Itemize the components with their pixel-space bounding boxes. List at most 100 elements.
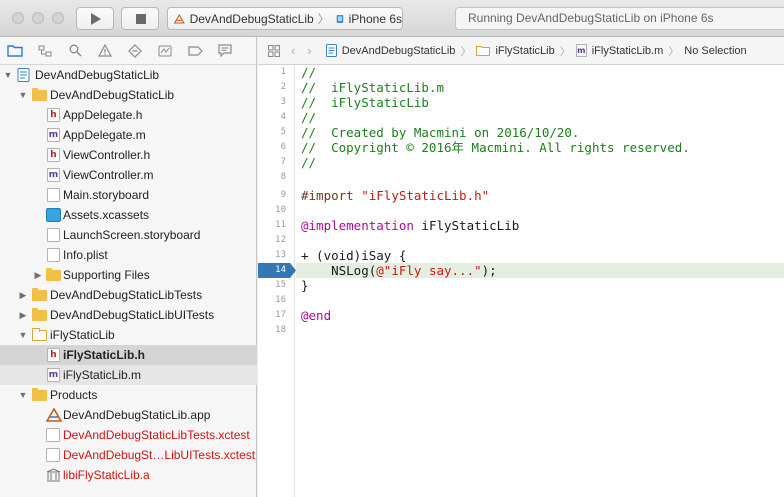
list-item[interactable]: DevAndDebugStaticLib.app (0, 405, 257, 425)
tab-debug-navigator[interactable] (150, 37, 180, 65)
minimize-window-button[interactable] (32, 12, 44, 24)
tab-breakpoint-navigator[interactable] (180, 37, 210, 65)
xcode-project-icon (325, 44, 337, 57)
storyboard-file-icon (47, 228, 60, 242)
jumpbar-project[interactable]: DevAndDebugStaticLib (342, 45, 456, 57)
warning-icon (98, 44, 112, 57)
scheme-selector[interactable]: DevAndDebugStaticLib 〉 iPhone 6s (167, 7, 403, 30)
tree-item-label: DevAndDebugStaticLibUITests (50, 308, 215, 322)
list-item[interactable]: h AppDelegate.h (0, 105, 257, 125)
breakpoint-icon (187, 45, 203, 56)
tree-item-label: iFlyStaticLib.h (63, 348, 146, 362)
tab-test-navigator[interactable] (120, 37, 150, 65)
tree-item-label: ViewController.h (63, 148, 151, 162)
disclosure-expanded-icon[interactable]: ▼ (18, 85, 28, 105)
list-item[interactable]: ▶ DevAndDebugStaticLibUITests (0, 305, 257, 325)
line-number: 5 (280, 127, 286, 137)
tab-report-navigator[interactable] (210, 37, 240, 65)
tab-symbol-navigator[interactable] (30, 37, 60, 65)
list-item[interactable]: ▶ Supporting Files (0, 265, 257, 285)
related-items-icon[interactable] (266, 44, 281, 57)
objc-source-file-icon: m (47, 128, 60, 142)
line-number: 2 (280, 82, 286, 92)
list-item[interactable]: Assets.xcassets (0, 205, 257, 225)
line-number: 14 (275, 265, 286, 275)
tree-item-label: libiFlyStaticLib.a (63, 468, 150, 482)
list-item[interactable]: ▼ iFlyStaticLib (0, 325, 257, 345)
list-item[interactable]: ▼ DevAndDebugStaticLib (0, 85, 257, 105)
objc-source-file-icon: m (575, 44, 587, 57)
objc-source-file-icon: m (47, 168, 60, 182)
play-icon (91, 13, 101, 25)
list-item-selected[interactable]: m iFlyStaticLib.m (0, 365, 257, 385)
jumpbar-separator: 〉 (668, 45, 680, 58)
code-text: ); (481, 263, 497, 278)
list-item[interactable]: libiFlyStaticLib.a (0, 465, 257, 485)
code-line: // Copyright © 2016年 Macmini. All rights… (301, 140, 690, 155)
tree-item-label: iFlyStaticLib (50, 328, 115, 342)
stop-button[interactable] (121, 7, 159, 30)
list-item[interactable]: LaunchScreen.storyboard (0, 225, 257, 245)
tree-item-label: AppDelegate.h (63, 108, 143, 122)
symbol-hierarchy-icon (38, 45, 52, 56)
back-arrow-icon[interactable]: ‹ (291, 43, 295, 58)
list-item[interactable]: h ViewController.h (0, 145, 257, 165)
source-editor[interactable]: 1 2 3 4 5 6 7 8 9 10 11 12 13 14 15 16 1… (258, 65, 784, 497)
line-number-gutter[interactable]: 1 2 3 4 5 6 7 8 9 10 11 12 13 14 15 16 1… (258, 65, 296, 497)
list-item[interactable]: m AppDelegate.m (0, 125, 257, 145)
tab-find-navigator[interactable] (60, 37, 90, 65)
code-line: #import "iFlyStaticLib.h" (301, 188, 781, 203)
line-number: 13 (275, 250, 286, 260)
disclosure-expanded-icon[interactable]: ▼ (18, 325, 28, 345)
line-number: 12 (275, 235, 286, 245)
preprocessor-directive: #import (301, 188, 362, 203)
tree-item-label: DevAndDebugStaticLibTests.xctest (63, 428, 250, 442)
folder-icon (32, 388, 47, 401)
zoom-window-button[interactable] (52, 12, 64, 24)
code-line: // iFlyStaticLib (301, 95, 429, 110)
code-line: // (301, 155, 317, 170)
disclosure-collapsed-icon[interactable]: ▶ (33, 265, 43, 285)
tree-item-label: DevAndDebugSt…LibUITests.xctest (63, 448, 256, 462)
list-item[interactable]: DevAndDebugStaticLibTests.xctest (0, 425, 257, 445)
line-number: 10 (275, 205, 286, 215)
list-item[interactable]: Info.plist (0, 245, 257, 265)
list-item[interactable]: ▼ DevAndDebugStaticLib (0, 65, 257, 85)
code-line: // Created by Macmini on 2016/10/20. (301, 125, 580, 140)
folder-icon (32, 308, 47, 321)
run-button[interactable] (76, 7, 114, 30)
close-window-button[interactable] (12, 12, 24, 24)
jumpbar-file[interactable]: iFlyStaticLib.m (592, 45, 664, 57)
list-item[interactable]: ▶ DevAndDebugStaticLibTests (0, 285, 257, 305)
line-number: 4 (280, 112, 286, 122)
jumpbar-separator: 〉 (460, 45, 472, 58)
disclosure-collapsed-icon[interactable]: ▶ (18, 305, 28, 325)
tree-item-label: DevAndDebugStaticLib (50, 88, 175, 102)
disclosure-collapsed-icon[interactable]: ▶ (18, 285, 28, 305)
folder-reference-icon (32, 328, 47, 341)
list-item-selected[interactable]: h iFlyStaticLib.h (0, 345, 257, 365)
tree-item-label: Assets.xcassets (63, 208, 150, 222)
disclosure-expanded-icon[interactable]: ▼ (18, 385, 28, 405)
tree-item-label: AppDelegate.m (63, 128, 146, 142)
tab-issue-navigator[interactable] (90, 37, 120, 65)
line-number: 15 (275, 280, 286, 290)
forward-arrow-icon[interactable]: › (307, 43, 311, 58)
folder-icon (7, 45, 23, 57)
stop-icon (136, 14, 146, 24)
search-icon (69, 44, 82, 57)
tree-item-label: DevAndDebugStaticLib.app (63, 408, 211, 422)
list-item[interactable]: m ViewController.m (0, 165, 257, 185)
list-item[interactable]: ▼ Products (0, 385, 257, 405)
tree-item-label: LaunchScreen.storyboard (63, 228, 201, 242)
tab-project-navigator[interactable] (0, 37, 30, 65)
jumpbar-symbol[interactable]: No Selection (684, 45, 746, 57)
line-number: 9 (280, 190, 286, 200)
xctest-bundle-icon (46, 428, 60, 442)
folder-reference-icon (476, 46, 491, 56)
disclosure-expanded-icon[interactable]: ▼ (3, 65, 13, 85)
list-item[interactable]: DevAndDebugSt…LibUITests.xctest (0, 445, 257, 465)
plist-file-icon (47, 248, 60, 262)
jumpbar-group[interactable]: iFlyStaticLib (495, 45, 554, 57)
list-item[interactable]: Main.storyboard (0, 185, 257, 205)
